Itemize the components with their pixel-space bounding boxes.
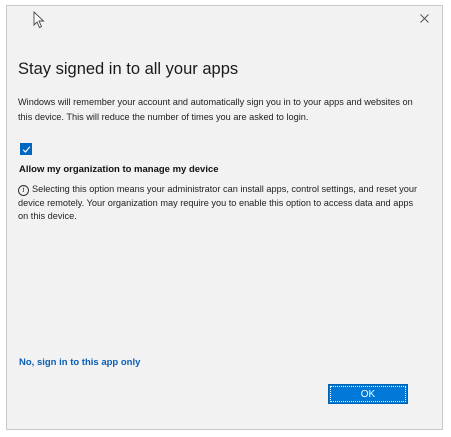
ok-button[interactable]: OK: [328, 384, 408, 404]
checkbox-label: Allow my organization to manage my devic…: [19, 164, 219, 175]
sign-in-app-only-link[interactable]: No, sign in to this app only: [19, 357, 140, 368]
dialog-description: Windows will remember your account and a…: [18, 97, 413, 122]
manage-device-checkbox[interactable]: [20, 143, 32, 155]
info-text: Selecting this option means your adminis…: [18, 184, 418, 221]
info-icon: i: [18, 185, 29, 196]
close-icon: [419, 13, 429, 23]
mouse-cursor-icon: [33, 11, 45, 29]
info-message: i Selecting this option means your admini…: [18, 183, 418, 224]
dialog-title: Stay signed in to all your apps: [18, 60, 239, 78]
checkmark-icon: [22, 145, 30, 153]
close-button[interactable]: [414, 9, 434, 27]
